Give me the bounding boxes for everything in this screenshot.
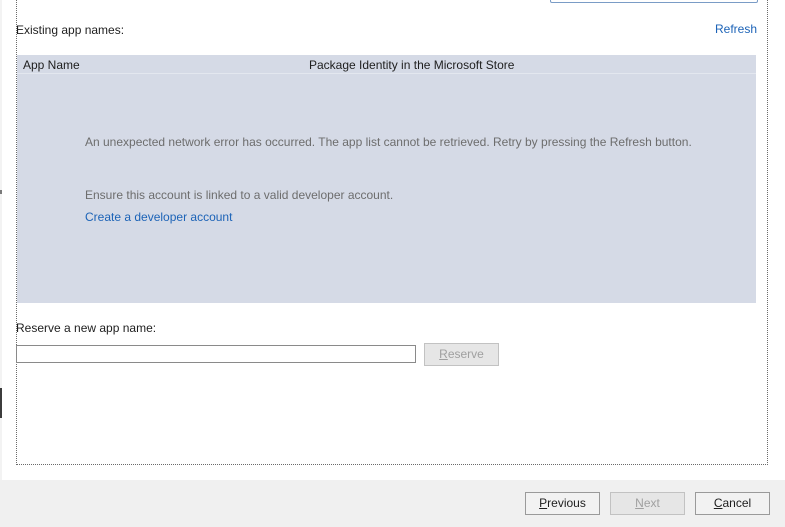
reserve-button-label: eserve xyxy=(447,347,484,361)
cancel-button[interactable]: Cancel xyxy=(695,492,770,515)
column-header-package-identity[interactable]: Package Identity in the Microsoft Store xyxy=(309,58,514,72)
next-button-label: ext xyxy=(643,496,660,510)
next-button[interactable]: Next xyxy=(610,492,685,515)
refresh-link[interactable]: Refresh xyxy=(715,22,757,36)
previous-button[interactable]: Previous xyxy=(525,492,600,515)
reserve-accelerator: R xyxy=(439,347,448,361)
edge-mark xyxy=(0,388,2,418)
app-names-grid: App Name Package Identity in the Microso… xyxy=(17,55,756,303)
window-left-edge xyxy=(0,0,2,480)
new-app-name-input[interactable] xyxy=(16,345,416,363)
previous-accelerator: P xyxy=(539,496,548,510)
network-error-message: An unexpected network error has occurred… xyxy=(85,135,692,149)
grid-header: App Name Package Identity in the Microso… xyxy=(17,55,756,74)
cancel-button-label: ancel xyxy=(722,496,752,510)
reserve-button[interactable]: Reserve xyxy=(424,343,499,366)
previous-button-label: revious xyxy=(547,496,586,510)
create-developer-account-link[interactable]: Create a developer account xyxy=(85,210,232,224)
ensure-account-message: Ensure this account is linked to a valid… xyxy=(85,188,394,202)
column-header-app-name[interactable]: App Name xyxy=(23,58,80,72)
account-selector[interactable] xyxy=(550,0,758,3)
next-accelerator: N xyxy=(635,496,644,510)
existing-app-names-label: Existing app names: xyxy=(16,23,125,37)
reserve-app-name-label: Reserve a new app name: xyxy=(16,321,157,335)
edge-mark xyxy=(0,190,2,194)
